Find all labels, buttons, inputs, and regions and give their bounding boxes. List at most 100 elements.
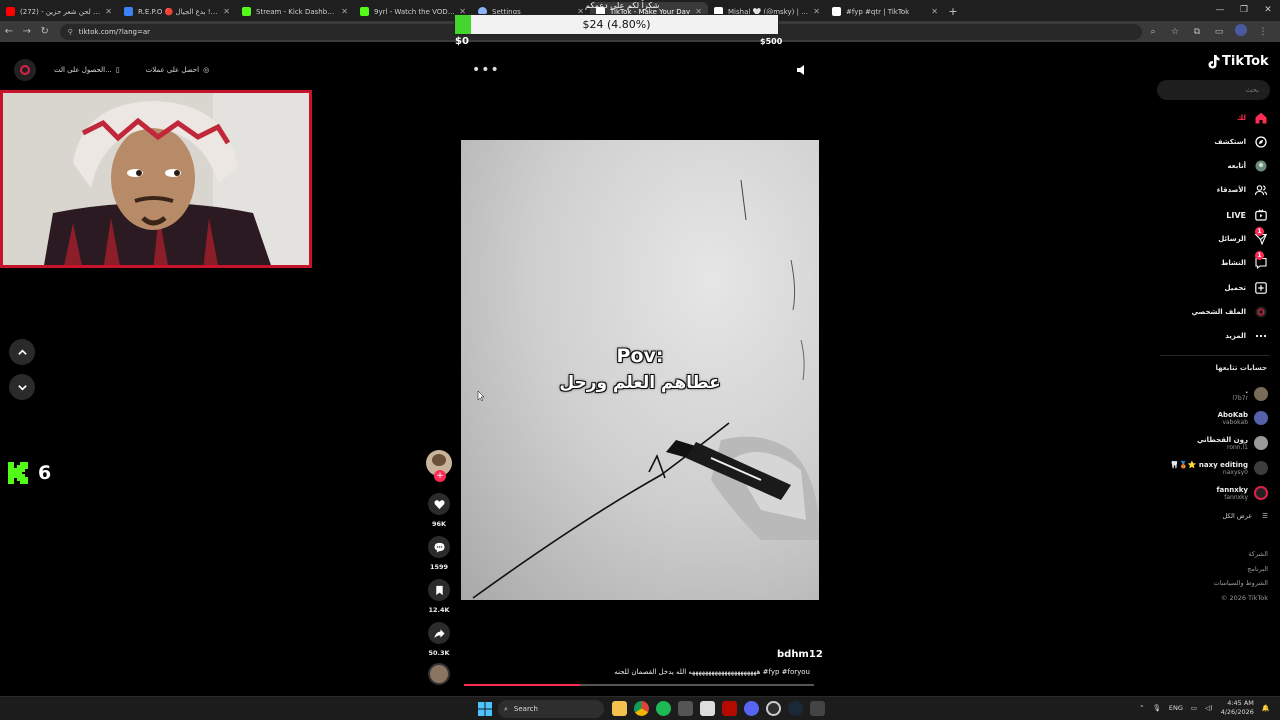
followed-account[interactable]: رون القحطاني ronn.l1 [1197, 433, 1268, 453]
followed-account[interactable]: fannxky fannxky [1217, 483, 1268, 503]
maximize-icon[interactable]: ❐ [1232, 0, 1256, 21]
heart-icon [433, 499, 445, 509]
friends-icon [1254, 183, 1268, 197]
share-action[interactable]: 50.3K [428, 622, 450, 657]
followed-account[interactable]: . l7b7r [1232, 384, 1268, 404]
search-box[interactable] [1157, 80, 1270, 100]
site-info-icon[interactable]: ⚲ [68, 28, 73, 36]
music-disc-avatar[interactable] [428, 663, 450, 685]
comment-count: 1599 [429, 563, 449, 571]
footer-link-company[interactable]: الشركة [1213, 547, 1268, 562]
comment-button[interactable] [428, 536, 450, 558]
close-window-icon[interactable]: ✕ [1256, 0, 1280, 21]
nav-item-live[interactable]: LIVE [1226, 207, 1268, 223]
search-input[interactable] [1163, 86, 1259, 94]
obs-icon[interactable] [766, 701, 781, 716]
new-tab-button[interactable]: + [944, 2, 962, 21]
footer-link-terms[interactable]: الشروط والسياسات [1213, 576, 1268, 591]
get-coins-button[interactable]: احصل على عملات ◎ [146, 66, 210, 74]
video-author-name[interactable]: bdhm12 [777, 649, 823, 660]
followed-account[interactable]: 🦷🥉⭐ naxy editing naxysy0 [1170, 458, 1268, 478]
save-button[interactable] [428, 579, 450, 601]
taskbar-clock[interactable]: 4:45 AM 4/26/2026 [1221, 699, 1254, 717]
comment-action[interactable]: 1599 [428, 536, 450, 571]
close-icon[interactable]: ✕ [105, 7, 112, 16]
browser-tab[interactable]: #fyp #qtr | TikTok ✕ [826, 2, 944, 21]
nav-item-more[interactable]: المزيد [1225, 328, 1268, 344]
calendar-icon[interactable] [700, 701, 715, 716]
browser-tab[interactable]: لحن شعر حزين - (272) Tube✕ [0, 2, 118, 21]
close-icon[interactable]: ✕ [341, 7, 348, 16]
taskbar-search-label: Search [513, 705, 538, 713]
tiktok-small-logo-icon[interactable] [14, 59, 36, 81]
windows-start-icon[interactable] [478, 702, 492, 716]
save-action[interactable]: 12.4K [428, 579, 450, 614]
adobe-icon[interactable] [722, 701, 737, 716]
clock-date: 4/26/2026 [1220, 708, 1254, 716]
share-button[interactable] [428, 622, 450, 644]
media-player-icon[interactable] [678, 701, 693, 716]
donation-goal-bar: $24 (4.80%) [454, 14, 779, 35]
nav-item-explore[interactable]: استكشف [1214, 134, 1268, 150]
minimize-icon[interactable]: — [1208, 0, 1232, 21]
search-icon[interactable] [1263, 86, 1264, 95]
video-more-options-icon[interactable]: ••• [472, 62, 500, 78]
like-action[interactable]: 96K [428, 493, 450, 528]
video-player[interactable]: Pov: عطاهم العلم ورحل [461, 140, 819, 600]
activity-icon: 1 [1254, 251, 1268, 270]
close-icon[interactable]: ✕ [931, 7, 938, 16]
discord-icon[interactable] [744, 701, 759, 716]
get-coins-label: احصل على عملات [145, 66, 200, 74]
share-count: 50.3K [428, 649, 450, 657]
back-icon[interactable]: ← [0, 26, 18, 37]
steam-icon[interactable] [788, 701, 803, 716]
nav-item-messages[interactable]: الرسائل 1 [1218, 227, 1268, 247]
next-video-button[interactable] [9, 374, 35, 400]
close-icon[interactable]: ✕ [813, 7, 820, 16]
calculator-icon[interactable] [810, 701, 825, 716]
zoom-icon[interactable]: ⌕ [1142, 27, 1164, 37]
nav-item-following[interactable]: أتابعه [1228, 158, 1268, 174]
footer-link-program[interactable]: البرنامج [1213, 562, 1268, 577]
account-avatar [1254, 387, 1268, 401]
spotify-icon[interactable] [656, 701, 671, 716]
window-controls: — ❐ ✕ [1208, 0, 1280, 21]
volume-tray-icon[interactable]: ◁) [1205, 704, 1213, 712]
followed-account[interactable]: AboKab vabokab [1218, 408, 1268, 428]
sidepanel-icon[interactable]: ▭ [1208, 27, 1230, 37]
like-button[interactable] [428, 493, 450, 515]
microphone-icon[interactable]: 🎙 [1153, 704, 1161, 712]
taskbar-search[interactable]: ⌕ Search [498, 700, 604, 718]
language-indicator[interactable]: ENG [1169, 704, 1183, 712]
video-progress-bar[interactable] [464, 684, 814, 686]
get-app-button[interactable]: الحصول على الت... ▯ [54, 66, 120, 74]
network-icon[interactable]: ▭ [1191, 704, 1197, 712]
forward-icon[interactable]: → [18, 26, 36, 37]
video-frame [472, 179, 819, 599]
nav-item-for-you[interactable]: لك [1237, 110, 1268, 126]
profile-avatar[interactable] [1230, 24, 1252, 39]
chrome-icon[interactable] [634, 701, 649, 716]
menu-kebab-icon[interactable]: ⋮ [1252, 27, 1274, 37]
nav-item-friends[interactable]: الأصدقاء [1217, 182, 1268, 198]
extensions-icon[interactable]: ⧉ [1186, 27, 1208, 37]
tray-overflow-icon[interactable]: ⌃ [1139, 704, 1144, 712]
bookmark-star-icon[interactable]: ☆ [1164, 27, 1186, 37]
get-app-label: الحصول على الت... [54, 66, 112, 74]
file-explorer-icon[interactable] [612, 701, 627, 716]
nav-item-upload[interactable]: تحميل [1225, 280, 1268, 296]
reload-icon[interactable]: ↻ [36, 26, 54, 37]
browser-tab[interactable]: R.E.P.O 🔴 بدع الجيال !! - Reti✕ [118, 2, 236, 21]
see-all-button[interactable]: عرض الكل ☰ [1222, 512, 1268, 520]
sidebar-footer: الشركة البرنامج الشروط والسياسات © 2026 … [1213, 547, 1268, 605]
follow-plus-button[interactable]: + [434, 470, 446, 482]
previous-video-button[interactable] [9, 339, 35, 365]
browser-tab[interactable]: Stream - Kick Dashboard ✕ [236, 2, 354, 21]
notifications-icon[interactable]: 🔔 [1262, 704, 1270, 712]
close-icon[interactable]: ✕ [223, 7, 230, 16]
nav-item-profile[interactable]: الملف الشخصي [1191, 304, 1268, 320]
nav-item-activity[interactable]: النشاط 1 [1221, 251, 1268, 271]
tiktok-brand-text: TikTok [1222, 54, 1269, 69]
tiktok-brand-logo[interactable]: TikTok [1208, 54, 1269, 69]
volume-icon[interactable] [796, 64, 808, 76]
